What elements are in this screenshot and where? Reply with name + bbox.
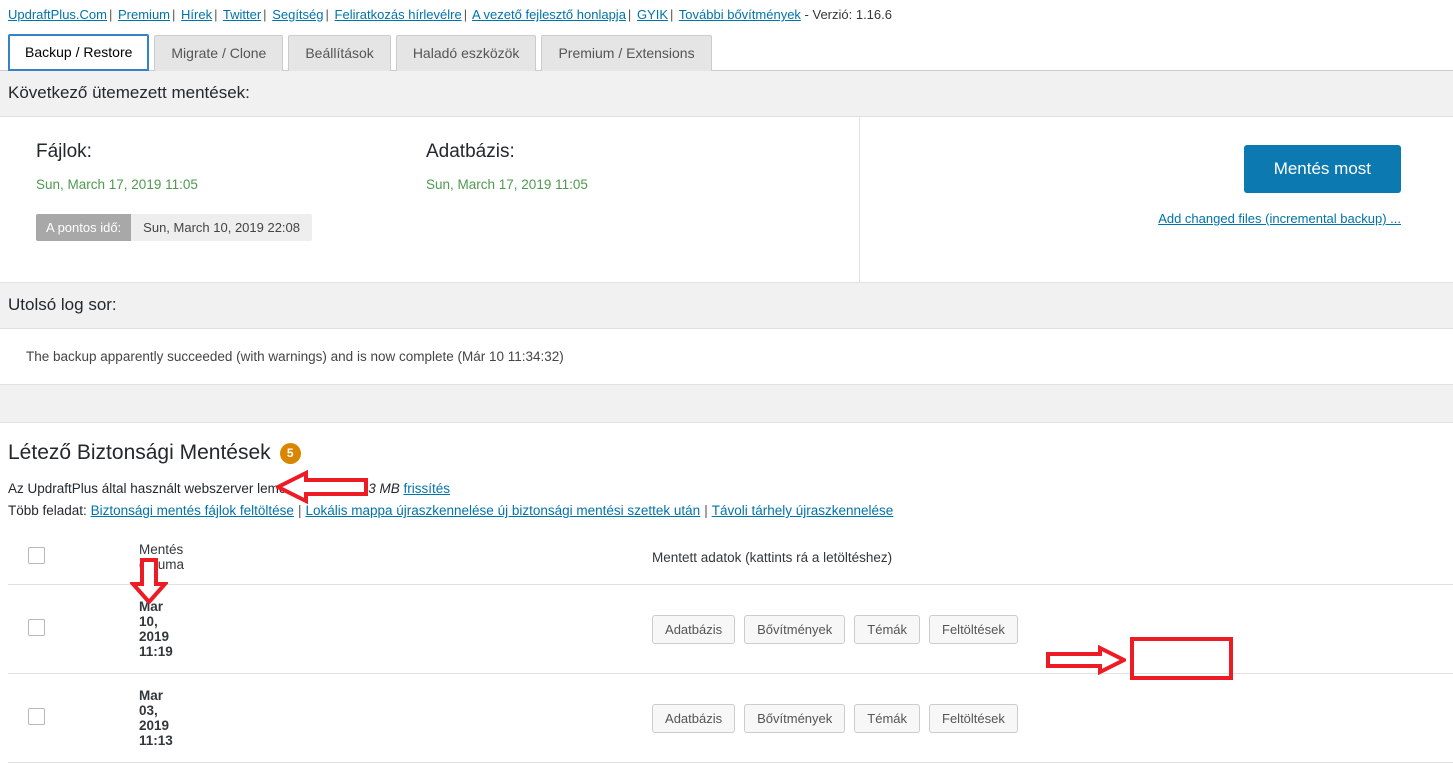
last-log-panel: The backup apparently succeeded (with wa… xyxy=(0,329,1453,385)
row-checkbox[interactable] xyxy=(28,708,45,725)
entity-button-themes[interactable]: Témák xyxy=(854,703,921,733)
task-link-upload-backup-files[interactable]: Biztonsági mentés fájlok feltöltése xyxy=(91,503,294,518)
link-updraftplus-com[interactable]: UpdraftPlus.Com xyxy=(8,7,107,22)
tab-settings[interactable]: Beállítások xyxy=(288,35,391,71)
next-scheduled-backups-heading: Következő ütemezett mentések: xyxy=(0,71,1453,117)
scheduled-database-block: Adatbázis: Sun, March 17, 2019 11:05 xyxy=(390,117,860,282)
disk-usage-refresh-link[interactable]: frissítés xyxy=(403,481,450,496)
tab-backup-restore[interactable]: Backup / Restore xyxy=(8,34,150,71)
link-separator: | xyxy=(108,7,113,22)
table-row: Mar 03, 2019 11:13 Adatbázis Bővítmények… xyxy=(8,673,1453,763)
row-checkbox[interactable] xyxy=(28,619,45,636)
top-link-bar: UpdraftPlus.Com | Premium | Hírek | Twitter… xyxy=(0,0,1453,31)
header-backup-date: Mentés dátuma xyxy=(51,532,191,585)
next-scheduled-backups-panel: Fájlok: Sun, March 17, 2019 11:05 A pont… xyxy=(0,117,1453,283)
scheduled-files-block: Fájlok: Sun, March 17, 2019 11:05 A pont… xyxy=(0,117,390,282)
task-link-rescan-remote-storage[interactable]: Távoli tárhely újraszkennelése xyxy=(712,503,894,518)
select-all-checkbox[interactable] xyxy=(28,547,45,564)
table-header: Mentés dátuma Mentett adatok (kattints r… xyxy=(8,532,1453,585)
link-support[interactable]: Segítség xyxy=(272,7,323,22)
tab-migrate-clone[interactable]: Migrate / Clone xyxy=(154,35,284,71)
table-header-row: Mentés dátuma Mentett adatok (kattints r… xyxy=(8,532,1453,585)
row-backup-entities: Adatbázis Bővítmények Témák Feltöltések xyxy=(190,584,1024,674)
entity-button-database[interactable]: Adatbázis xyxy=(652,614,736,644)
row-actions: Visszaállítás Törlés Napló megtekintése xyxy=(1023,673,1453,763)
row-actions: Visszaállítás Törlés Napló megtekintése xyxy=(1023,584,1453,674)
scheduled-database-date: Sun, March 17, 2019 11:05 xyxy=(426,177,588,192)
link-newsletter[interactable]: Feliratkozás hírlevélre xyxy=(335,7,462,22)
disk-usage-line: Az UpdraftPlus által használt webszerver… xyxy=(8,481,1445,496)
last-log-heading: Utolsó log sor: xyxy=(0,283,1453,329)
link-separator: | xyxy=(627,7,632,22)
absolute-time-chip: A pontos idő: Sun, March 10, 2019 22:08 xyxy=(36,214,313,241)
absolute-time-label: A pontos idő: xyxy=(36,214,132,241)
tab-advanced-tools[interactable]: Haladó eszközök xyxy=(395,35,537,71)
link-separator: | xyxy=(263,7,267,22)
existing-backups-section: Létező Biztonsági Mentések 5 Az UpdraftP… xyxy=(0,423,1453,763)
disk-usage-label: Az UpdraftPlus által használt webszerver… xyxy=(8,481,339,496)
scheduled-database-title: Adatbázis: xyxy=(426,141,515,162)
existing-backups-table: Mentés dátuma Mentett adatok (kattints r… xyxy=(8,532,1453,763)
entity-button-plugins[interactable]: Bővítmények xyxy=(744,614,846,644)
link-lead-developer-homepage[interactable]: A vezető fejlesztő honlapja xyxy=(472,7,626,22)
entity-button-uploads[interactable]: Feltöltések xyxy=(929,703,1018,733)
entity-button-group: Adatbázis Bővítmények Témák Feltöltések xyxy=(652,614,1018,644)
scheduled-files-date: Sun, March 17, 2019 11:05 xyxy=(36,177,198,192)
existing-backups-title: Létező Biztonsági Mentések xyxy=(8,441,271,464)
task-link-separator: | xyxy=(704,503,708,518)
existing-backups-title-row: Létező Biztonsági Mentések 5 xyxy=(8,441,1445,465)
scheduled-files-title: Fájlok: xyxy=(36,141,92,162)
absolute-time-value: Sun, March 10, 2019 22:08 xyxy=(131,214,313,241)
header-actions: Akciók xyxy=(1023,532,1453,585)
link-news[interactable]: Hírek xyxy=(181,7,212,22)
link-separator: | xyxy=(172,7,176,22)
panel-spacer xyxy=(0,385,1453,423)
link-separator: | xyxy=(670,7,674,22)
link-more-plugins[interactable]: További bővítmények xyxy=(679,7,801,22)
header-backup-data: Mentett adatok (kattints rá a letöltéshe… xyxy=(190,532,1024,585)
task-link-rescan-local-folder[interactable]: Lokális mappa újraszkennelése új biztons… xyxy=(305,503,700,518)
row-select-cell xyxy=(8,584,51,674)
link-premium[interactable]: Premium xyxy=(118,7,170,22)
updraftplus-backup-restore-page: UpdraftPlus.Com | Premium | Hírek | Twitter… xyxy=(0,0,1453,763)
table-body: Mar 10, 2019 11:19 Adatbázis Bővítmények… xyxy=(8,584,1453,763)
incremental-backup-link[interactable]: Add changed files (incremental backup) .… xyxy=(860,211,1401,226)
task-link-separator: | xyxy=(297,503,302,518)
more-tasks-label: Több feladat: xyxy=(8,503,87,518)
tab-bar: Backup / Restore Migrate / Clone Beállít… xyxy=(0,31,1453,71)
more-tasks-line: Több feladat: Biztonsági mentés fájlok f… xyxy=(8,503,1445,518)
entity-button-uploads[interactable]: Feltöltések xyxy=(929,614,1018,644)
tab-premium-extensions[interactable]: Premium / Extensions xyxy=(541,35,712,71)
header-select-all xyxy=(8,532,51,585)
link-separator: | xyxy=(325,7,329,22)
disk-usage-value: 623.3 MB xyxy=(341,481,400,496)
last-log-line: The backup apparently succeeded (with wa… xyxy=(26,349,564,364)
existing-backups-count-badge: 5 xyxy=(279,442,301,464)
entity-button-plugins[interactable]: Bővítmények xyxy=(744,703,846,733)
row-backup-date: Mar 03, 2019 11:13 xyxy=(51,673,191,763)
entity-button-themes[interactable]: Témák xyxy=(854,614,921,644)
row-select-cell xyxy=(8,673,51,763)
row-backup-date: Mar 10, 2019 11:19 xyxy=(51,584,191,674)
entity-button-database[interactable]: Adatbázis xyxy=(652,703,736,733)
link-separator: | xyxy=(214,7,218,22)
link-faq[interactable]: GYIK xyxy=(637,7,668,22)
row-backup-entities: Adatbázis Bővítmények Témák Feltöltések xyxy=(190,673,1024,763)
table-row: Mar 10, 2019 11:19 Adatbázis Bővítmények… xyxy=(8,584,1453,674)
backup-now-block: Mentés most Add changed files (increment… xyxy=(860,117,1453,282)
entity-button-group: Adatbázis Bővítmények Témák Feltöltések xyxy=(652,703,1018,733)
link-twitter[interactable]: Twitter xyxy=(223,7,261,22)
version-text: - Verzió: 1.16.6 xyxy=(804,7,892,22)
backup-now-button[interactable]: Mentés most xyxy=(1243,145,1401,193)
link-separator: | xyxy=(463,7,468,22)
